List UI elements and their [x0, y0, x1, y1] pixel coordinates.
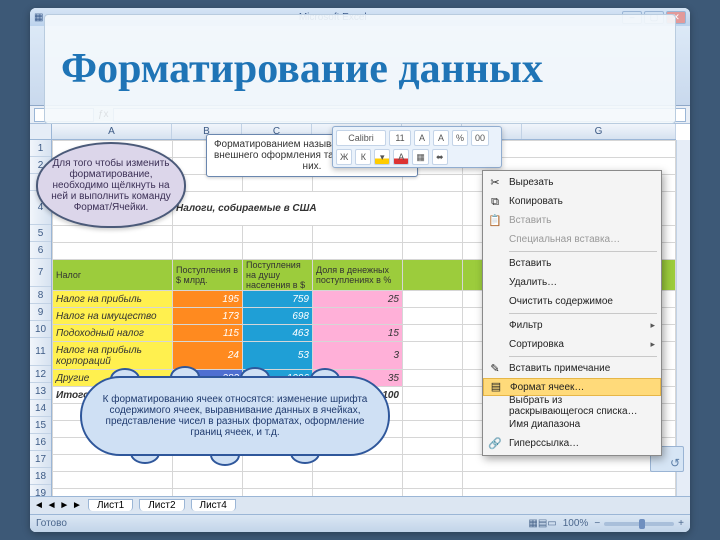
- zoom-label: 100%: [563, 518, 589, 529]
- menu-separator: [509, 356, 657, 357]
- sheet-tabs-bar: ◄ ◄ ► ► Лист1 Лист2 Лист4: [30, 496, 690, 514]
- menu-comment[interactable]: ✎Вставить примечание: [483, 359, 661, 378]
- comment-icon: ✎: [488, 362, 502, 376]
- context-menu: ✂Вырезать ⧉Копировать 📋Вставить Специаль…: [482, 170, 662, 456]
- menu-filter[interactable]: Фильтр: [483, 316, 661, 335]
- col-header: Поступления на душу населения в $: [243, 260, 313, 291]
- sheet-area: AB CD EF G 123 456 789 101112 131415 161…: [30, 124, 690, 496]
- cell: 115: [173, 325, 243, 342]
- font-color-icon[interactable]: A: [393, 149, 409, 165]
- cell: 53: [243, 342, 313, 370]
- menu-copy[interactable]: ⧉Копировать: [483, 192, 661, 211]
- cell: 25: [313, 291, 403, 308]
- percent-icon[interactable]: %: [452, 130, 468, 146]
- app-icon: ▦: [34, 12, 43, 23]
- menu-dropdown-list[interactable]: Выбрать из раскрывающегося списка…: [483, 396, 661, 415]
- sheet-tab[interactable]: Лист2: [139, 499, 184, 511]
- link-icon: 🔗: [488, 437, 502, 451]
- menu-delete[interactable]: Удалить…: [483, 273, 661, 292]
- merge-icon[interactable]: ⬌: [432, 149, 448, 165]
- shrink-font-icon[interactable]: A: [433, 130, 449, 146]
- cell: 698: [243, 308, 313, 325]
- grow-font-icon[interactable]: A: [414, 130, 430, 146]
- status-ready: Готово: [36, 518, 67, 529]
- menu-insert[interactable]: Вставить: [483, 254, 661, 273]
- menu-hyperlink[interactable]: 🔗Гиперссылка…: [483, 434, 661, 453]
- italic-icon[interactable]: К: [355, 149, 371, 165]
- tab-nav-buttons[interactable]: ◄ ◄ ► ►: [34, 500, 82, 511]
- mini-format-toolbar[interactable]: Calibri 11 A A % 00 Ж К ▾ A ▦ ⬌: [332, 126, 502, 168]
- slide-title: Форматирование данных: [44, 14, 676, 124]
- cell: 173: [173, 308, 243, 325]
- menu-paste[interactable]: 📋Вставить: [483, 211, 661, 230]
- sheet-tab[interactable]: Лист1: [88, 499, 133, 511]
- cell: 759: [243, 291, 313, 308]
- view-break-icon[interactable]: ▭: [547, 518, 556, 529]
- borders-icon[interactable]: ▦: [412, 149, 429, 165]
- menu-separator: [509, 251, 657, 252]
- row-label: Подоходный налог: [53, 325, 173, 342]
- cell: 3: [313, 342, 403, 370]
- sheet-tab[interactable]: Лист4: [191, 499, 236, 511]
- status-bar: Готово ▦ ▤ ▭ 100% −+: [30, 514, 690, 532]
- callout-types: К форматированию ячеек относятся: измене…: [80, 376, 390, 456]
- col-header: Доля в денежных поступлениях в %: [313, 260, 403, 291]
- menu-cut[interactable]: ✂Вырезать: [483, 173, 661, 192]
- col-header: Поступления в $ млрд.: [173, 260, 243, 291]
- fill-color-icon[interactable]: ▾: [374, 149, 390, 165]
- menu-paste-special[interactable]: Специальная вставка…: [483, 230, 661, 249]
- menu-format-cells[interactable]: ▤Формат ячеек…: [483, 378, 661, 396]
- cell: 15: [313, 325, 403, 342]
- view-layout-icon[interactable]: ▤: [538, 518, 547, 529]
- col-header: Налог: [53, 260, 173, 291]
- cell: 195: [173, 291, 243, 308]
- view-normal-icon[interactable]: ▦: [528, 518, 537, 529]
- font-size[interactable]: 11: [389, 130, 411, 146]
- vertical-scrollbar[interactable]: [676, 140, 690, 496]
- menu-range-name[interactable]: Имя диапазона: [483, 415, 661, 434]
- menu-separator: [509, 313, 657, 314]
- row-label: Налог на прибыль корпораций: [53, 342, 173, 370]
- slide-frame: ▦ Microsoft Excel – ▢ ✕ ƒx AB CD EF G: [30, 8, 690, 532]
- zoom-slider[interactable]: −+: [594, 518, 684, 529]
- cut-icon: ✂: [488, 176, 502, 190]
- format-icon: ▤: [489, 380, 503, 394]
- row-label: Налог на прибыль: [53, 291, 173, 308]
- select-all-corner[interactable]: [30, 124, 52, 140]
- paste-icon: 📋: [488, 214, 502, 228]
- cell: [313, 308, 403, 325]
- table-title: Налоги, собираемые в США: [173, 192, 403, 226]
- bold-icon[interactable]: Ж: [336, 149, 352, 165]
- font-select[interactable]: Calibri: [336, 130, 386, 146]
- menu-clear[interactable]: Очистить содержимое: [483, 292, 661, 311]
- cell: 463: [243, 325, 313, 342]
- copy-icon: ⧉: [488, 195, 502, 209]
- decimal-icon[interactable]: 00: [471, 130, 489, 146]
- callout-instructions: Для того чтобы изменить форматирование, …: [36, 142, 186, 228]
- menu-sort[interactable]: Сортировка: [483, 335, 661, 354]
- row-label: Налог на имущество: [53, 308, 173, 325]
